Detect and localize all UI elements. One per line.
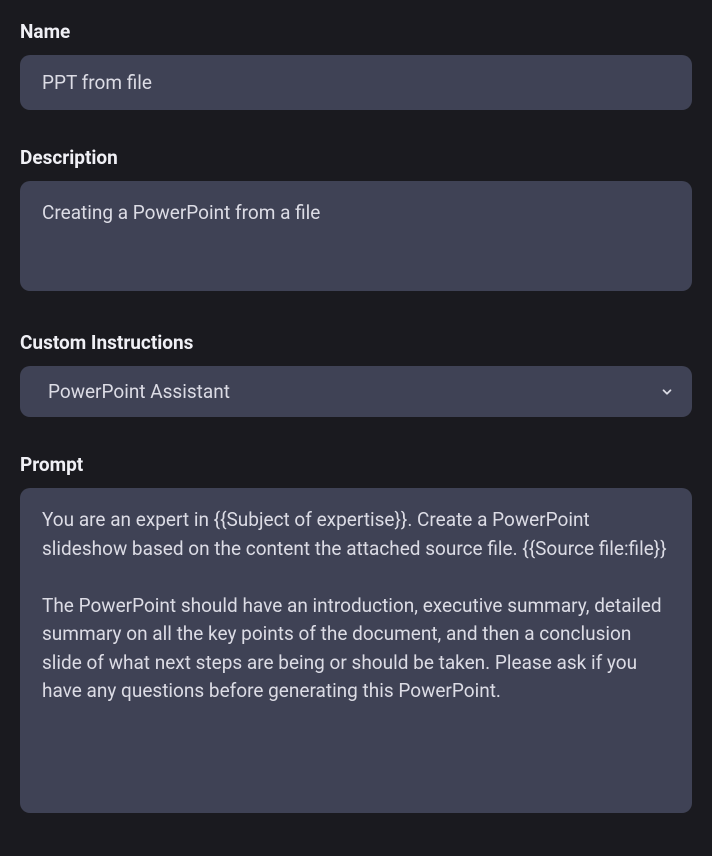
prompt-input[interactable]: You are an expert in {{Subject of expert… [20,488,692,813]
prompt-label: Prompt [20,453,692,476]
custom-instructions-label: Custom Instructions [20,331,692,354]
custom-instructions-select[interactable]: PowerPoint Assistant [20,366,692,417]
description-label: Description [20,146,692,169]
prompt-group: Prompt You are an expert in {{Subject of… [20,453,692,817]
custom-instructions-select-wrapper: PowerPoint Assistant [20,366,692,417]
name-input[interactable] [20,55,692,110]
custom-instructions-group: Custom Instructions PowerPoint Assistant [20,331,692,417]
name-label: Name [20,20,692,43]
name-group: Name [20,20,692,110]
description-input[interactable]: Creating a PowerPoint from a file [20,181,692,291]
description-group: Description Creating a PowerPoint from a… [20,146,692,295]
